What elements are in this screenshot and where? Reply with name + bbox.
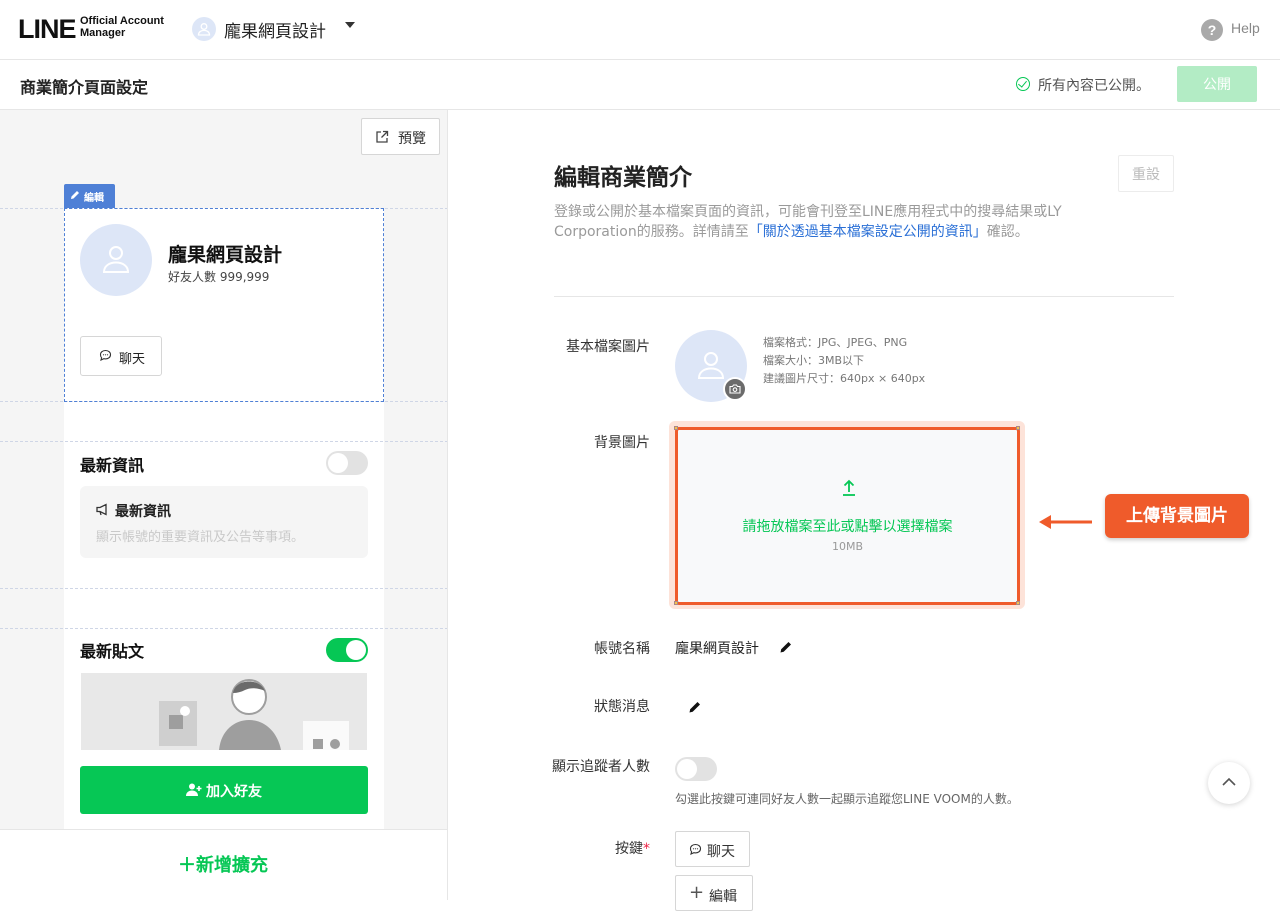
reset-button[interactable]: 重設 — [1118, 155, 1174, 192]
news-toggle[interactable] — [326, 451, 368, 475]
news-card-title: 最新資訊 — [115, 504, 171, 520]
news-card-desc: 顯示帳號的重要資訊及公告等事項。 — [96, 530, 305, 545]
selection-handle — [1016, 601, 1020, 605]
user-icon — [197, 23, 211, 36]
check-circle-icon — [1016, 77, 1030, 91]
selection-handle — [674, 426, 678, 430]
post-illustration — [81, 673, 367, 750]
megaphone-icon — [96, 503, 107, 516]
profile-image-label: 基本檔案圖片 — [566, 339, 650, 355]
toggle-knob — [346, 640, 366, 660]
buttons-label: 按鍵* — [615, 841, 650, 857]
pencil-icon[interactable] — [688, 700, 702, 714]
sub-header: 商業簡介頁面設定 所有內容已公開。 公開 — [0, 60, 1280, 110]
selection-handle — [1016, 426, 1020, 430]
post-illustration-graphic — [159, 679, 349, 750]
page-title: 商業簡介頁面設定 — [20, 78, 149, 97]
upload-callout: 上傳背景圖片 — [1105, 494, 1249, 538]
add-extension-button[interactable]: ＋新增擴充 — [178, 851, 268, 877]
user-icon — [102, 246, 130, 273]
camera-glyph — [729, 384, 741, 394]
chevron-down-icon[interactable] — [345, 22, 355, 28]
selection-handle — [674, 601, 678, 605]
account-switcher[interactable]: 龐果網頁設計 — [224, 17, 326, 42]
chat-icon — [99, 349, 112, 361]
intro-text: 登錄或公開於基本檔案頁面的資訊，可能會刊登至LINE應用程式中的搜尋結果或LY … — [554, 204, 1062, 240]
chat-button-preview[interactable]: 聊天 — [80, 336, 162, 376]
scroll-top-button[interactable] — [1208, 762, 1250, 804]
status-message-label: 狀態消息 — [594, 699, 650, 715]
preview-pane: 預覽 編輯 龐果網頁設計 好友人數 999,999 聊天 最新資訊 最新資訊 顯… — [0, 110, 448, 900]
toggle-knob — [328, 453, 348, 473]
pencil-icon — [71, 191, 79, 199]
news-section-title: 最新資訊 — [80, 456, 145, 475]
chat-action-button[interactable]: 聊天 — [675, 831, 750, 867]
publish-button[interactable]: 公開 — [1177, 66, 1257, 102]
follower-toggle[interactable] — [675, 757, 717, 781]
follower-label: 顯示追蹤者人數 — [552, 759, 650, 775]
info-link[interactable]: 「關於透過基本檔案設定公開的資訊」 — [749, 224, 987, 240]
section-divider — [0, 628, 447, 629]
account-name-label: 帳號名稱 — [594, 641, 650, 657]
section-divider — [0, 441, 447, 442]
preview-label: 預覽 — [398, 131, 426, 147]
section-divider — [0, 588, 447, 589]
news-card: 最新資訊 顯示帳號的重要資訊及公告等事項。 — [80, 486, 368, 558]
posts-section-title: 最新貼文 — [80, 642, 145, 661]
help-icon[interactable]: ? — [1201, 19, 1223, 41]
preview-button[interactable]: 預覽 — [361, 118, 440, 155]
user-icon — [697, 352, 725, 379]
bg-upload-dropzone[interactable]: 請拖放檔案至此或點擊以選擇檔案 10MB — [675, 427, 1020, 605]
edit-title: 編輯商業簡介 — [554, 165, 692, 191]
posts-toggle[interactable] — [326, 638, 368, 662]
help-link[interactable]: Help — [1231, 20, 1260, 36]
chevron-up-icon — [1222, 777, 1236, 786]
publish-status: 所有內容已公開。 — [1038, 78, 1150, 94]
logo-subtitle: Official Account Manager — [80, 15, 164, 39]
friend-count: 好友人數 999,999 — [168, 270, 270, 284]
edit-buttons-button[interactable]: + 編輯 — [675, 875, 753, 911]
divider — [554, 296, 1174, 297]
bg-image-label: 背景圖片 — [594, 435, 650, 451]
line-logo[interactable]: LINE — [18, 14, 77, 45]
top-bar: LINE Official Account Manager 龐果網頁設計 ? H… — [0, 0, 1280, 60]
camera-icon[interactable] — [723, 377, 747, 401]
edit-tag[interactable]: 編輯 — [64, 184, 115, 208]
external-link-icon — [376, 130, 389, 143]
image-spec: 檔案格式：JPG、JPEG、PNG 檔案大小：3MB以下 建議圖片尺寸：640p… — [763, 336, 926, 385]
profile-avatar — [80, 224, 152, 296]
required-mark: * — [643, 841, 650, 857]
add-extension-bar: ＋新增擴充 — [0, 829, 447, 900]
add-friend-button[interactable]: 加入好友 — [80, 766, 368, 814]
edit-pane: 編輯商業簡介 重設 登錄或公開於基本檔案頁面的資訊，可能會刊登至LINE應用程式… — [448, 110, 1280, 911]
add-user-icon — [186, 783, 202, 796]
arrow-left-icon — [1039, 515, 1092, 529]
upload-icon — [843, 479, 855, 496]
pencil-icon[interactable] — [779, 640, 793, 654]
account-name-value: 龐果網頁設計 — [675, 641, 759, 657]
account-avatar[interactable] — [192, 17, 216, 41]
toggle-knob — [677, 759, 697, 779]
profile-name: 龐果網頁設計 — [168, 244, 283, 266]
upload-instruction: 請拖放檔案至此或點擊以選擇檔案 — [742, 519, 953, 535]
upload-limit: 10MB — [831, 540, 864, 553]
follower-note: 勾選此按鍵可連同好友人數一起顯示追蹤您LINE VOOM的人數。 — [675, 792, 1019, 806]
chat-icon — [689, 843, 702, 855]
